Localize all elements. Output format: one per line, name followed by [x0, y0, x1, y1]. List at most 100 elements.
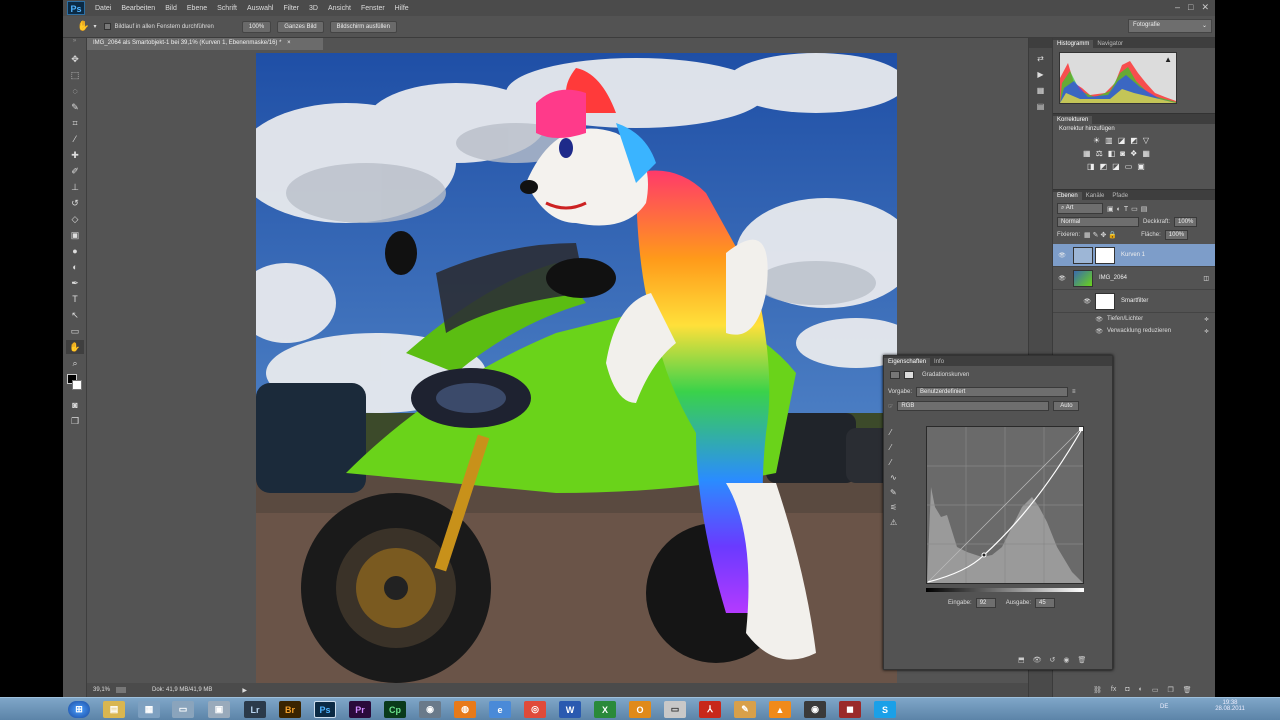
- word-icon[interactable]: W: [559, 701, 581, 718]
- swatches-panel-icon[interactable]: ▤: [1034, 100, 1048, 112]
- channel-select[interactable]: RGB: [897, 401, 1050, 411]
- explorer-icon[interactable]: ▤: [103, 701, 125, 718]
- visibility-eye-icon[interactable]: 👁: [1053, 252, 1071, 259]
- info-panel-icon[interactable]: ▦: [1034, 84, 1048, 96]
- status-export-icon[interactable]: [116, 687, 127, 693]
- marquee-tool-icon[interactable]: ⬚: [66, 68, 84, 82]
- filter-options-icon[interactable]: ≑: [1204, 316, 1209, 323]
- status-menu-arrow-icon[interactable]: ▶: [242, 687, 247, 694]
- app-icon[interactable]: ▣: [208, 701, 230, 718]
- eyedropper-tool-icon[interactable]: ⁄: [66, 132, 84, 146]
- lightroom-icon[interactable]: Lr: [244, 701, 266, 718]
- group-icon[interactable]: ▭: [1152, 686, 1159, 694]
- pen-tool-icon[interactable]: ✒: [66, 276, 84, 290]
- document-canvas-photo[interactable]: [256, 53, 897, 683]
- smooth-icon[interactable]: ⚟: [890, 503, 897, 512]
- brush-tool-icon[interactable]: ✐: [66, 164, 84, 178]
- quick-select-tool-icon[interactable]: ✎: [66, 100, 84, 114]
- scroll-all-checkbox[interactable]: [104, 23, 112, 30]
- clip-to-layer-icon[interactable]: ⬒: [1018, 656, 1025, 664]
- levels-icon[interactable]: ▥: [1105, 136, 1113, 145]
- filter-row-tiefen[interactable]: 👁 Tiefen/Lichter ≑: [1053, 313, 1215, 325]
- menu-ansicht[interactable]: Ansicht: [328, 5, 351, 12]
- vibrance-icon[interactable]: ▽: [1143, 136, 1149, 145]
- history-panel-icon[interactable]: ⇄: [1034, 52, 1048, 64]
- desktop-icon[interactable]: ▭: [172, 701, 194, 718]
- curves-icon[interactable]: ◪: [1118, 136, 1126, 145]
- threshold-icon[interactable]: ◪: [1112, 162, 1120, 171]
- selective-color-icon[interactable]: ▣: [1137, 162, 1145, 171]
- tool-preset-arrow-icon[interactable]: ▾: [93, 23, 96, 30]
- shape-tool-icon[interactable]: ▭: [66, 324, 84, 338]
- black-point-eyedropper-icon[interactable]: ⁄: [890, 428, 897, 437]
- background-color-swatch[interactable]: [72, 380, 82, 390]
- ie-icon[interactable]: e: [489, 701, 511, 718]
- screen-mode-icon[interactable]: ❐: [66, 414, 84, 428]
- layer-row-smartfilter[interactable]: 👁 Smartfilter: [1053, 290, 1215, 313]
- history-brush-tool-icon[interactable]: ↺: [66, 196, 84, 210]
- filter-options-icon[interactable]: ≑: [1204, 328, 1209, 335]
- zoom-level[interactable]: 39,1%: [93, 687, 110, 693]
- hue-sat-icon[interactable]: ▦: [1083, 149, 1091, 158]
- filter-row-verwacklung[interactable]: 👁 Verwacklung reduzieren ≑: [1053, 325, 1215, 337]
- bw-icon[interactable]: ◧: [1108, 149, 1116, 158]
- color-lookup-icon[interactable]: ▦: [1142, 149, 1150, 158]
- view-previous-icon[interactable]: 👁: [1033, 656, 1042, 664]
- media-icon[interactable]: ◉: [804, 701, 826, 718]
- auto-button[interactable]: Auto: [1053, 401, 1080, 411]
- acrobat-icon[interactable]: ⅄: [699, 701, 721, 718]
- color-swatches[interactable]: [66, 374, 83, 394]
- layer-row-img[interactable]: 👁 IMG_2064 ◫: [1053, 267, 1215, 290]
- lasso-tool-icon[interactable]: ◌: [66, 84, 84, 98]
- window-icon[interactable]: ▭: [664, 701, 686, 718]
- healing-brush-tool-icon[interactable]: ✚: [66, 148, 84, 162]
- visibility-eye-icon[interactable]: 👁: [1053, 275, 1071, 282]
- brightness-icon[interactable]: ☀: [1093, 136, 1100, 145]
- gradient-map-icon[interactable]: ▭: [1125, 162, 1133, 171]
- captivate-icon[interactable]: Cp: [384, 701, 406, 718]
- tab-histogramm[interactable]: Histogramm: [1053, 40, 1094, 48]
- tool-icon[interactable]: ✎: [734, 701, 756, 718]
- mask-icon[interactable]: ◘: [1125, 686, 1129, 694]
- lock-icons[interactable]: ▦✎✥🔒: [1084, 231, 1119, 239]
- menu-3d[interactable]: 3D: [309, 5, 318, 12]
- workspace-select[interactable]: Fotografie ⌄: [1128, 19, 1212, 33]
- preset-menu-icon[interactable]: ≡: [1072, 389, 1076, 395]
- dodge-tool-icon[interactable]: ◐: [66, 260, 84, 274]
- curve-point-icon[interactable]: ∿: [890, 473, 897, 482]
- chrome-icon[interactable]: ◎: [524, 701, 546, 718]
- curves-graph[interactable]: [926, 426, 1084, 584]
- mask-panel-icon[interactable]: [904, 371, 914, 379]
- trash-icon[interactable]: 🗑: [1183, 686, 1192, 694]
- gray-point-eyedropper-icon[interactable]: ⁄: [890, 443, 897, 452]
- clipping-warning-icon[interactable]: ⚠: [890, 518, 897, 527]
- crop-tool-icon[interactable]: ⌗: [66, 116, 84, 130]
- menu-bild[interactable]: Bild: [165, 5, 177, 12]
- library-icon[interactable]: ▦: [138, 701, 160, 718]
- document-tab[interactable]: IMG_2064 als Smartobjekt-1 bei 39,1% (Ku…: [87, 38, 323, 50]
- clone-stamp-tool-icon[interactable]: ⊥: [66, 180, 84, 194]
- quick-mask-icon[interactable]: ◙: [66, 398, 84, 412]
- tab-navigator[interactable]: Navigator: [1093, 40, 1127, 48]
- new-layer-icon[interactable]: ❐: [1167, 686, 1173, 694]
- gradient-tool-icon[interactable]: ▣: [66, 228, 84, 242]
- fill-screen-button[interactable]: Bildschirm ausfüllen: [329, 20, 397, 33]
- warning-icon[interactable]: ▲: [1164, 55, 1172, 64]
- eraser-tool-icon[interactable]: ◇: [66, 212, 84, 226]
- white-point-eyedropper-icon[interactable]: ⁄: [890, 458, 897, 467]
- reset-icon[interactable]: ↺: [1050, 656, 1056, 664]
- toggle-visibility-icon[interactable]: ◉: [1063, 656, 1069, 664]
- tab-ebenen[interactable]: Ebenen: [1053, 192, 1082, 200]
- preset-select[interactable]: Benutzerdefiniert: [916, 387, 1069, 397]
- menu-bearbeiten[interactable]: Bearbeiten: [121, 5, 155, 12]
- app2-icon[interactable]: ◼: [839, 701, 861, 718]
- menu-hilfe[interactable]: Hilfe: [395, 5, 409, 12]
- premiere-icon[interactable]: Pr: [349, 701, 371, 718]
- tab-kanaele[interactable]: Kanäle: [1082, 192, 1109, 200]
- excel-icon[interactable]: X: [594, 701, 616, 718]
- close-tab-icon[interactable]: ×: [287, 40, 291, 46]
- clock[interactable]: 19:38 28.08.2011: [1200, 700, 1260, 712]
- blur-tool-icon[interactable]: ●: [66, 244, 84, 258]
- tab-pfade[interactable]: Pfade: [1108, 192, 1132, 200]
- actions-panel-icon[interactable]: ▶: [1034, 68, 1048, 80]
